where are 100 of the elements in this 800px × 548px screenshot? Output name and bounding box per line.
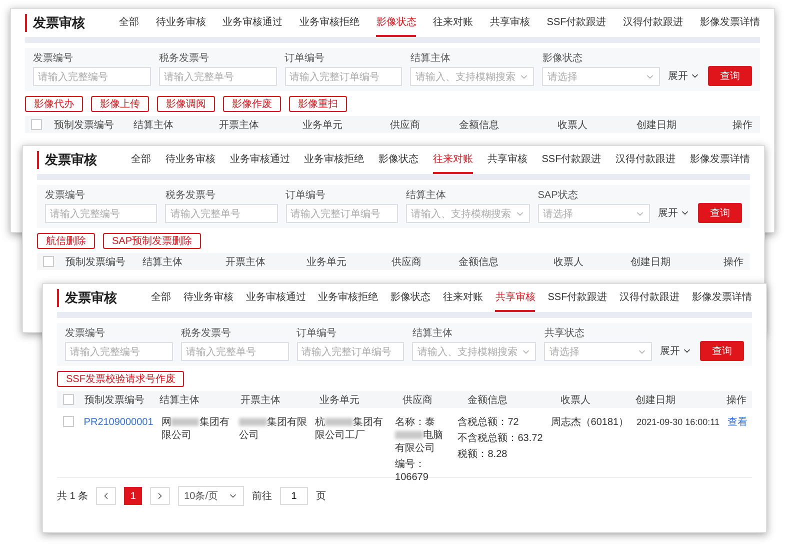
redacted-mark (395, 431, 424, 440)
tab[interactable]: 影像状态 (390, 284, 431, 312)
action-button[interactable]: 影像调阅 (157, 96, 215, 112)
cell-text: 2021-09-30 16:00:11 (636, 416, 720, 429)
tab[interactable]: 共享审核 (490, 9, 530, 37)
action-button[interactable]: 影像上传 (91, 96, 149, 112)
field-label: 结算主体 (410, 53, 452, 65)
tab[interactable]: 待业务审核 (183, 284, 234, 312)
page-button[interactable]: 1 (124, 487, 142, 505)
tab[interactable]: 往来对账 (433, 9, 474, 37)
query-button[interactable]: 查询 (698, 203, 742, 223)
tab[interactable]: 影像发票详情 (692, 284, 752, 312)
cell-text: 税额：8.28 (458, 448, 508, 461)
tab[interactable]: 业务审核通过 (222, 9, 283, 37)
cell-text: 周志杰（60181） (550, 416, 629, 429)
field-label: 影像状态 (542, 53, 584, 65)
tab[interactable]: 业务审核通过 (230, 146, 290, 174)
column-header: 金额信息 (457, 256, 500, 268)
checkbox[interactable] (31, 119, 42, 130)
tab[interactable]: 汉得付款跟进 (616, 146, 676, 174)
field-label: 订单编号 (296, 328, 338, 340)
tab[interactable]: SSF付款跟进 (548, 284, 608, 312)
redacted-mark (171, 418, 200, 426)
column-header: 收票人 (560, 394, 592, 406)
checkbox[interactable] (63, 416, 74, 427)
tab[interactable]: SSF付款跟进 (546, 9, 606, 37)
field-label: 税务发票号 (180, 328, 232, 340)
tab[interactable]: 业务审核通过 (246, 284, 306, 312)
tab[interactable]: 业务审核拒绝 (304, 146, 364, 174)
tab[interactable]: 汉得付款跟进 (620, 284, 680, 312)
cell-text: 不含税总额：63.72 (458, 432, 543, 445)
column-header: 创建日期 (636, 118, 678, 132)
cell-text: 网 集团有限公司 (161, 416, 230, 442)
tab[interactable]: 共享审核 (487, 146, 528, 174)
action-button[interactable]: 影像重扫 (289, 96, 347, 112)
action-button[interactable]: SAP预制发票删除 (103, 233, 202, 249)
field-label: 发票编号 (65, 328, 106, 340)
column-header: 结算主体 (141, 256, 184, 268)
cell-text: 名称：泰 电脑有限公司 (395, 416, 444, 455)
invoice-link[interactable]: PR2109000001 (84, 416, 154, 429)
field-label: 订单编号 (286, 190, 326, 202)
column-header: 业务单元 (318, 394, 361, 406)
column-header: 业务单元 (305, 256, 348, 268)
checkbox[interactable] (43, 256, 54, 267)
tab[interactable]: 全部 (151, 284, 171, 312)
page-title: 发票审核 (57, 289, 137, 307)
field-label: 共享状态 (544, 328, 586, 340)
tab[interactable]: 全部 (131, 146, 151, 174)
action-button[interactable]: 影像作废 (223, 96, 281, 112)
column-header: 供应商 (390, 256, 422, 268)
query-button[interactable]: 查询 (708, 66, 752, 86)
query-button[interactable]: 查询 (700, 341, 744, 361)
cell-text: 编号：106679 (395, 458, 430, 484)
column-header: 开票主体 (240, 394, 282, 406)
expand-toggle[interactable]: 展开 (658, 203, 690, 223)
tab[interactable]: 待业务审核 (156, 9, 206, 37)
view-link[interactable]: 查看 (727, 416, 748, 429)
tab[interactable]: 业务审核拒绝 (318, 284, 378, 312)
page-title: 发票审核 (25, 14, 105, 32)
expand-toggle[interactable]: 展开 (660, 341, 692, 361)
expand-toggle[interactable]: 展开 (668, 66, 700, 86)
next-page-button[interactable] (150, 487, 170, 505)
prev-page-button[interactable] (96, 487, 116, 505)
column-header: 结算主体 (132, 118, 174, 132)
tab[interactable]: 影像发票详情 (700, 9, 760, 37)
column-header: 预制发票编号 (84, 394, 146, 406)
page-input[interactable]: 1 (280, 487, 308, 505)
cell-text: 杭 集团有限公司工厂 (315, 416, 384, 442)
tab[interactable]: 汉得付款跟进 (623, 9, 684, 37)
tab[interactable]: 全部 (119, 9, 139, 37)
column-header: 收票人 (556, 118, 588, 132)
field-label: 结算主体 (412, 328, 454, 340)
column-header: 操作 (732, 118, 754, 132)
column-header: 预制发票编号 (64, 256, 126, 268)
column-header: 结算主体 (158, 394, 201, 406)
action-button[interactable]: SSF发票校验请求号作废 (57, 371, 184, 387)
tab[interactable]: SSF付款跟进 (542, 146, 602, 174)
field-label: 税务发票号 (165, 190, 216, 202)
column-header: 供应商 (402, 394, 434, 406)
column-header: 预制发票编号 (53, 118, 116, 132)
action-button[interactable]: 航信删除 (37, 233, 95, 249)
field-label: 发票编号 (45, 190, 86, 202)
tab[interactable]: 影像发票详情 (690, 146, 750, 174)
page-unit: 页 (316, 490, 326, 503)
column-header: 创建日期 (629, 256, 672, 268)
column-header: 开票主体 (218, 118, 260, 132)
page-title: 发票审核 (37, 151, 117, 169)
redacted-mark (239, 418, 268, 426)
column-header: 创建日期 (634, 394, 677, 406)
tab[interactable]: 待业务审核 (165, 146, 216, 174)
column-header: 操作 (722, 256, 745, 268)
column-header: 操作 (725, 394, 748, 406)
checkbox[interactable] (63, 394, 74, 405)
tab[interactable]: 业务审核拒绝 (299, 9, 360, 37)
tab[interactable]: 影像状态 (378, 146, 419, 174)
goto-label: 前往 (252, 490, 272, 503)
column-header: 开票主体 (224, 256, 266, 268)
action-button[interactable]: 影像代办 (25, 96, 83, 112)
tab[interactable]: 往来对账 (442, 284, 483, 312)
page-size-select[interactable]: 10条/页 (178, 486, 244, 506)
